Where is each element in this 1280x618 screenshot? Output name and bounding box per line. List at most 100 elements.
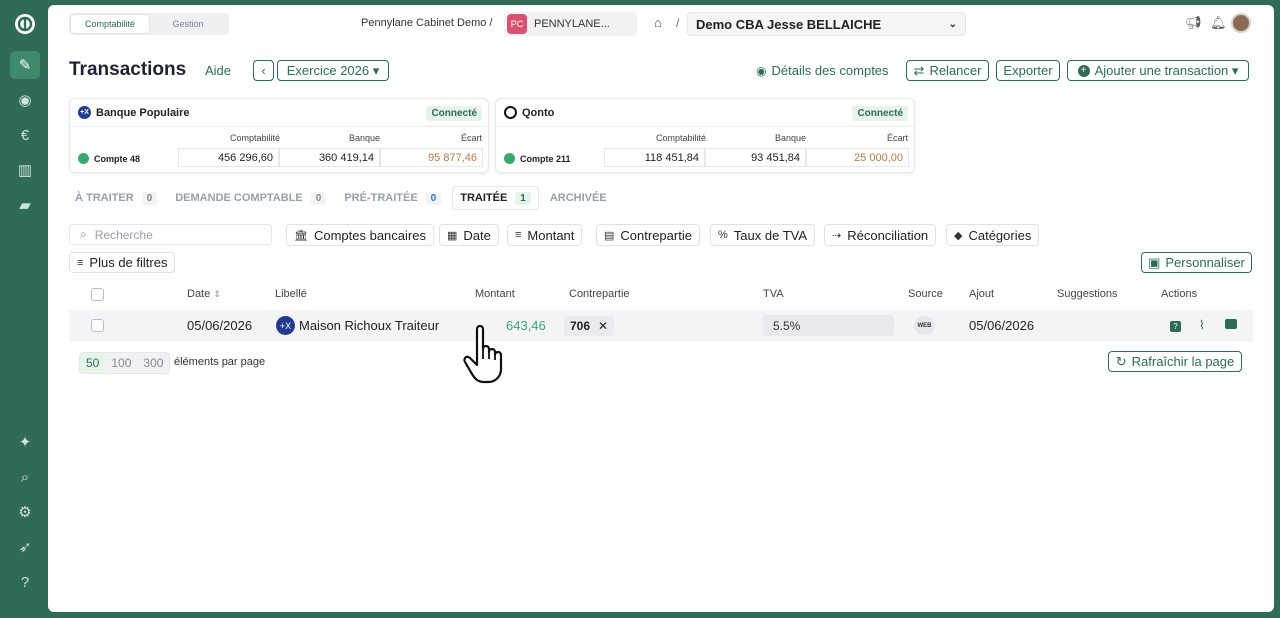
cabinet-breadcrumb[interactable]: Pennylane Cabinet Demo / (361, 17, 492, 29)
bank-card-banque-populaire[interactable]: +X Banque Populaire Connecté Comptabilit… (69, 98, 489, 173)
filter-comptes-bancaires[interactable]: 🏛︎ Comptes bancaires (286, 224, 434, 246)
account-name: Compte 48 (94, 153, 141, 164)
th-date-label: Date (187, 288, 211, 300)
home-icon[interactable]: ⌂ (654, 15, 662, 30)
org-switcher[interactable]: PC PENNYLANE... (504, 12, 637, 36)
th-libelle: Libellé (275, 288, 307, 300)
more-filters-button[interactable]: ≡ Plus de filtres (69, 252, 176, 273)
previous-year-button[interactable]: ‹ (253, 60, 274, 81)
search-input[interactable]: ⌕ Recherche (69, 224, 272, 245)
bell-icon[interactable]: 🔔︎ (1210, 15, 1227, 31)
euro-icon[interactable]: € (10, 121, 40, 149)
filter-label: Plus de filtres (89, 255, 168, 270)
tab-count: 0 (141, 191, 158, 205)
hand-cursor-icon (460, 323, 520, 390)
tab-count: 1 (515, 191, 531, 205)
per-page-label: éléments par page (174, 356, 266, 368)
main-panel: Comptabilité Gestion Pennylane Cabinet D… (48, 5, 1274, 612)
page-size-300[interactable]: 300 (137, 353, 170, 373)
personnaliser-button[interactable]: ▣ Personnaliser (1141, 252, 1252, 273)
rocket-icon[interactable]: ➶ (10, 533, 40, 561)
tab-label: TRAITÉE (460, 192, 508, 204)
select-all-checkbox[interactable] (91, 288, 104, 301)
close-icon[interactable]: ✕ (598, 319, 608, 333)
filter-categories[interactable]: ◆ Catégories (946, 224, 1040, 246)
row-libelle[interactable]: Maison Richoux Traiteur (299, 318, 439, 333)
filter-reconciliation[interactable]: ⇢ Réconciliation (824, 224, 937, 246)
help-link[interactable]: Aide (205, 63, 231, 78)
tab-label: ARCHIVÉE (549, 192, 607, 204)
account-details-label: Détails des comptes (771, 63, 889, 78)
tva-select[interactable]: 5.5% (763, 315, 894, 336)
settings-gear-icon[interactable]: ⚙ (10, 498, 40, 526)
col-label-ecart: Écart (886, 133, 908, 143)
th-montant: Montant (475, 288, 515, 300)
company-selector[interactable]: Demo CBA Jesse BELLAICHE ⌄ (687, 12, 966, 36)
company-name: Demo CBA Jesse BELLAICHE (696, 16, 882, 32)
tab-a-traiter[interactable]: À TRAITER 0 (68, 186, 164, 210)
book-icon[interactable]: ▥ (10, 156, 40, 184)
avatar[interactable] (1231, 13, 1251, 33)
toggle-gestion[interactable]: Gestion (149, 15, 227, 33)
filter-label: Catégories (968, 227, 1032, 243)
page-size-50[interactable]: 50 (80, 353, 106, 373)
folder-icon[interactable]: ▰ (10, 191, 40, 219)
bank-card-header: +X Banque Populaire (70, 99, 488, 127)
filter-label: Montant (527, 227, 575, 243)
filter-date[interactable]: ▦ Date (439, 224, 499, 246)
mode-toggle[interactable]: Comptabilité Gestion (69, 13, 229, 35)
help-square-icon[interactable]: ? (1170, 318, 1181, 332)
value-banque: 360 419,14 (279, 148, 380, 167)
refresh-icon: ↻ (1115, 353, 1127, 369)
help-icon[interactable]: ? (10, 568, 40, 596)
pennylane-logo-icon[interactable] (10, 10, 40, 38)
account-label: Compte 48 (78, 153, 140, 164)
bank-card-header: Qonto (496, 99, 914, 127)
app-sidebar: ✎ ◉ € ▥ ▰ ✦ ⌕ ⚙ ➶ ? (0, 0, 48, 618)
tab-archivee[interactable]: ARCHIVÉE (543, 186, 614, 210)
toggle-comptabilite[interactable]: Comptabilité (71, 15, 149, 33)
row-checkbox[interactable] (91, 319, 104, 332)
account-status-dot-icon (504, 153, 515, 164)
col-label-banque: Banque (774, 133, 806, 143)
account-details-button[interactable]: ◉ Détails des comptes (756, 63, 889, 78)
sparkles-icon[interactable]: ✦ (10, 428, 40, 456)
add-transaction-button[interactable]: + Ajouter une transaction ▾ (1067, 60, 1249, 81)
megaphone-icon[interactable]: 📢︎ (1185, 15, 1202, 31)
tab-demande-comptable[interactable]: DEMANDE COMPTABLE 0 (168, 186, 333, 210)
page-size-selector: 50 100 300 (79, 352, 171, 374)
contrepartie-chip[interactable]: 706 ✕ (564, 316, 615, 336)
relancer-button[interactable]: ⇄ Relancer (906, 60, 989, 81)
comment-icon[interactable] (1225, 318, 1237, 332)
page-size-100[interactable]: 100 (105, 353, 138, 373)
export-button[interactable]: Exporter (996, 60, 1060, 81)
refresh-page-button[interactable]: ↻ Rafraîchir la page (1108, 351, 1242, 372)
qonto-logo-icon (504, 106, 517, 119)
accounting-pen-icon[interactable]: ✎ (10, 51, 40, 79)
filter-label: Réconciliation (847, 227, 929, 243)
dashboard-icon[interactable]: ◉ (10, 86, 40, 114)
bank-name: Qonto (522, 106, 555, 119)
bank-icon: 🏛︎ (294, 229, 308, 242)
search-icon[interactable]: ⌕ (10, 463, 40, 491)
fiscal-year-select[interactable]: Exercice 2026 ▾ (277, 60, 389, 81)
th-suggestions: Suggestions (1057, 288, 1118, 300)
bank-card-qonto[interactable]: Qonto Connecté Comptabilité Banque Écart… (495, 98, 915, 173)
tab-pre-traitee[interactable]: PRÉ-TRAITÉE 0 (337, 186, 448, 210)
refresh-label: Rafraîchir la page (1131, 354, 1235, 369)
org-name: PENNYLANE... (534, 18, 610, 30)
tab-label: À TRAITER (75, 192, 134, 204)
filter-montant[interactable]: ≡ Montant (507, 224, 583, 246)
value-ecart: 25 000,00 (806, 148, 909, 167)
plus-circle-icon: + (1077, 64, 1090, 77)
th-date[interactable]: Date ⇕ (187, 288, 221, 300)
status-badge: Connecté (426, 106, 482, 121)
filter-taux-tva[interactable]: % Taux de TVA (710, 224, 816, 246)
paperclip-icon[interactable]: ⌇ (1199, 318, 1205, 332)
search-placeholder: Recherche (94, 227, 153, 242)
swap-icon: ⇄ (913, 62, 925, 78)
filter-contrepartie[interactable]: ▤ Contrepartie (596, 224, 700, 246)
tab-traitee[interactable]: TRAITÉE 1 (452, 186, 539, 210)
tag-icon: ◆ (954, 229, 963, 242)
tab-count: 0 (425, 191, 442, 205)
